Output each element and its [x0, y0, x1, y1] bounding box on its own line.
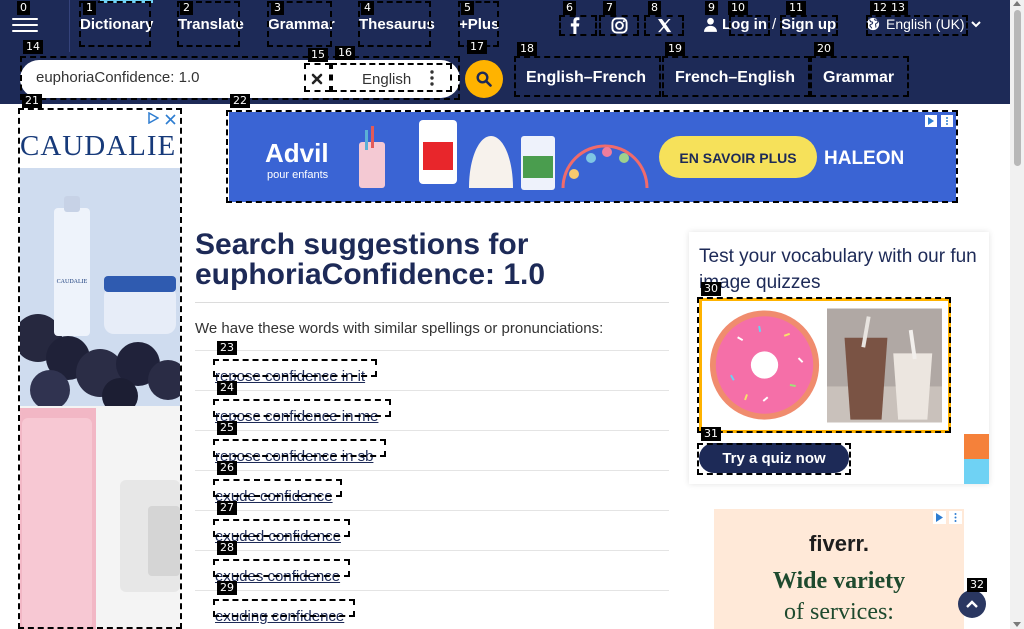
x-twitter-icon[interactable]	[655, 16, 673, 34]
side-advertisement[interactable]: CAUDALIE CAUDALIE	[20, 110, 180, 629]
clear-search-icon[interactable]	[307, 69, 327, 89]
user-icon	[704, 17, 717, 32]
quick-link-english-french[interactable]: English–French	[526, 60, 646, 96]
login-link[interactable]: Log in	[722, 16, 767, 33]
suggestion-link[interactable]: exude confidence	[215, 488, 333, 505]
ad-product-label: CAUDALIE	[57, 279, 88, 285]
suggestion-link[interactable]: repose confidence in it	[215, 368, 365, 385]
banner-ad-cta[interactable]: EN SAVOIR PLUS	[679, 150, 796, 166]
quick-link-grammar[interactable]: Grammar	[823, 60, 894, 96]
search-bar: English English–French French–English Gr…	[0, 52, 1010, 104]
suggestion-list: repose confidence in it repose confidenc…	[195, 350, 669, 629]
search-button[interactable]	[465, 60, 503, 98]
facebook-icon[interactable]	[566, 16, 584, 34]
list-item: exuding confidence	[195, 590, 669, 629]
scroll-up-arrow-icon[interactable]	[1013, 1, 1021, 6]
banner-ad-brand: Advil	[265, 138, 329, 168]
banner-ad-sponsor: HALEON	[824, 148, 904, 169]
banner-advertisement[interactable]: Advil pour enfants EN SAVOIR PLUS HALEON	[229, 112, 956, 202]
fiverr-ad-brand: fiverr.	[809, 531, 869, 556]
feedback-tab-blue[interactable]	[964, 459, 989, 484]
quick-link-french-english[interactable]: French–English	[675, 60, 795, 96]
suggestion-link[interactable]: exudes confidence	[215, 568, 340, 585]
nav-dictionary[interactable]: Dictionary	[80, 0, 154, 47]
suggestions-intro: We have these words with similar spellin…	[195, 320, 604, 337]
back-to-top-button[interactable]	[958, 590, 986, 618]
page-title: Search suggestions for euphoriaConfidenc…	[195, 230, 669, 290]
globe-icon	[866, 17, 880, 31]
quiz-card: Test your vocabulary with our fun image …	[689, 232, 989, 484]
quiz-image-donut	[708, 308, 822, 423]
list-item: exuded confidence	[195, 510, 669, 550]
page-scrollbar[interactable]	[1010, 0, 1024, 629]
nav-translate[interactable]: Translate	[178, 0, 244, 47]
scroll-down-arrow-icon[interactable]	[1013, 622, 1021, 627]
dictionary-selector[interactable]: English	[336, 64, 450, 94]
site-language-label: English (UK)	[886, 16, 965, 32]
list-item: exude confidence	[195, 470, 669, 510]
page-title-prefix: Search suggestions for	[195, 228, 529, 261]
fiverr-ad-artwork: fiverr. Wide variety of services:	[714, 509, 964, 629]
chevron-down-icon	[970, 21, 981, 28]
suggestion-link[interactable]: exuding confidence	[215, 608, 344, 625]
search-term: euphoriaConfidence: 1.0	[195, 258, 546, 291]
scroll-thumb[interactable]	[1014, 10, 1021, 166]
ad-close-icon[interactable]	[165, 112, 176, 128]
suggestion-link[interactable]: repose confidence in sb	[215, 448, 373, 465]
nav-grammar[interactable]: Grammar	[268, 0, 335, 47]
banner-ad-artwork: Advil pour enfants EN SAVOIR PLUS HALEON	[229, 112, 956, 202]
nav-plus[interactable]: +Plus	[459, 0, 499, 47]
ad-product-image: CAUDALIE	[20, 168, 180, 629]
list-item: repose confidence in me	[195, 390, 669, 430]
search-field: English	[20, 60, 460, 98]
account-area: Log in / Sign up	[704, 16, 836, 33]
fiverr-advertisement[interactable]: fiverr. Wide variety of services:	[714, 509, 964, 629]
hamburger-menu-icon[interactable]	[12, 12, 38, 38]
signup-link[interactable]: Sign up	[781, 16, 836, 33]
feedback-tab-orange[interactable]	[964, 434, 989, 459]
list-item: exudes confidence	[195, 550, 669, 590]
fiverr-ad-line2: of services:	[784, 599, 894, 625]
suggestion-link[interactable]: exuded confidence	[215, 528, 341, 545]
try-quiz-button[interactable]: Try a quiz now	[699, 443, 849, 473]
top-navigation: Dictionary Translate Grammar Thesaurus +…	[0, 0, 1010, 52]
quiz-image-milkshake	[827, 308, 942, 423]
site-language-selector[interactable]: English (UK)	[866, 16, 981, 32]
suggestion-link[interactable]: repose confidence in me	[215, 408, 378, 425]
chevron-up-icon	[966, 600, 978, 608]
fiverr-ad-line1: Wide variety	[773, 568, 905, 594]
dictionary-selector-label: English	[362, 70, 412, 88]
nav-thesaurus[interactable]: Thesaurus	[359, 0, 435, 47]
nav-divider	[69, 0, 70, 52]
quiz-title: Test your vocabulary with our fun image …	[699, 246, 977, 293]
login-separator: /	[772, 16, 777, 33]
search-input[interactable]	[36, 69, 306, 86]
ad-choices-icon[interactable]	[148, 111, 160, 125]
more-options-icon	[430, 70, 434, 90]
instagram-icon[interactable]	[610, 16, 628, 34]
search-icon	[476, 71, 492, 87]
ad-brand-logo: CAUDALIE	[20, 130, 177, 162]
quiz-image-link[interactable]	[699, 298, 951, 433]
divider	[195, 302, 669, 303]
banner-ad-brand-sub: pour enfants	[267, 169, 329, 181]
list-item: repose confidence in it	[195, 350, 669, 390]
search-results: Search suggestions for euphoriaConfidenc…	[195, 230, 669, 625]
list-item: repose confidence in sb	[195, 430, 669, 470]
